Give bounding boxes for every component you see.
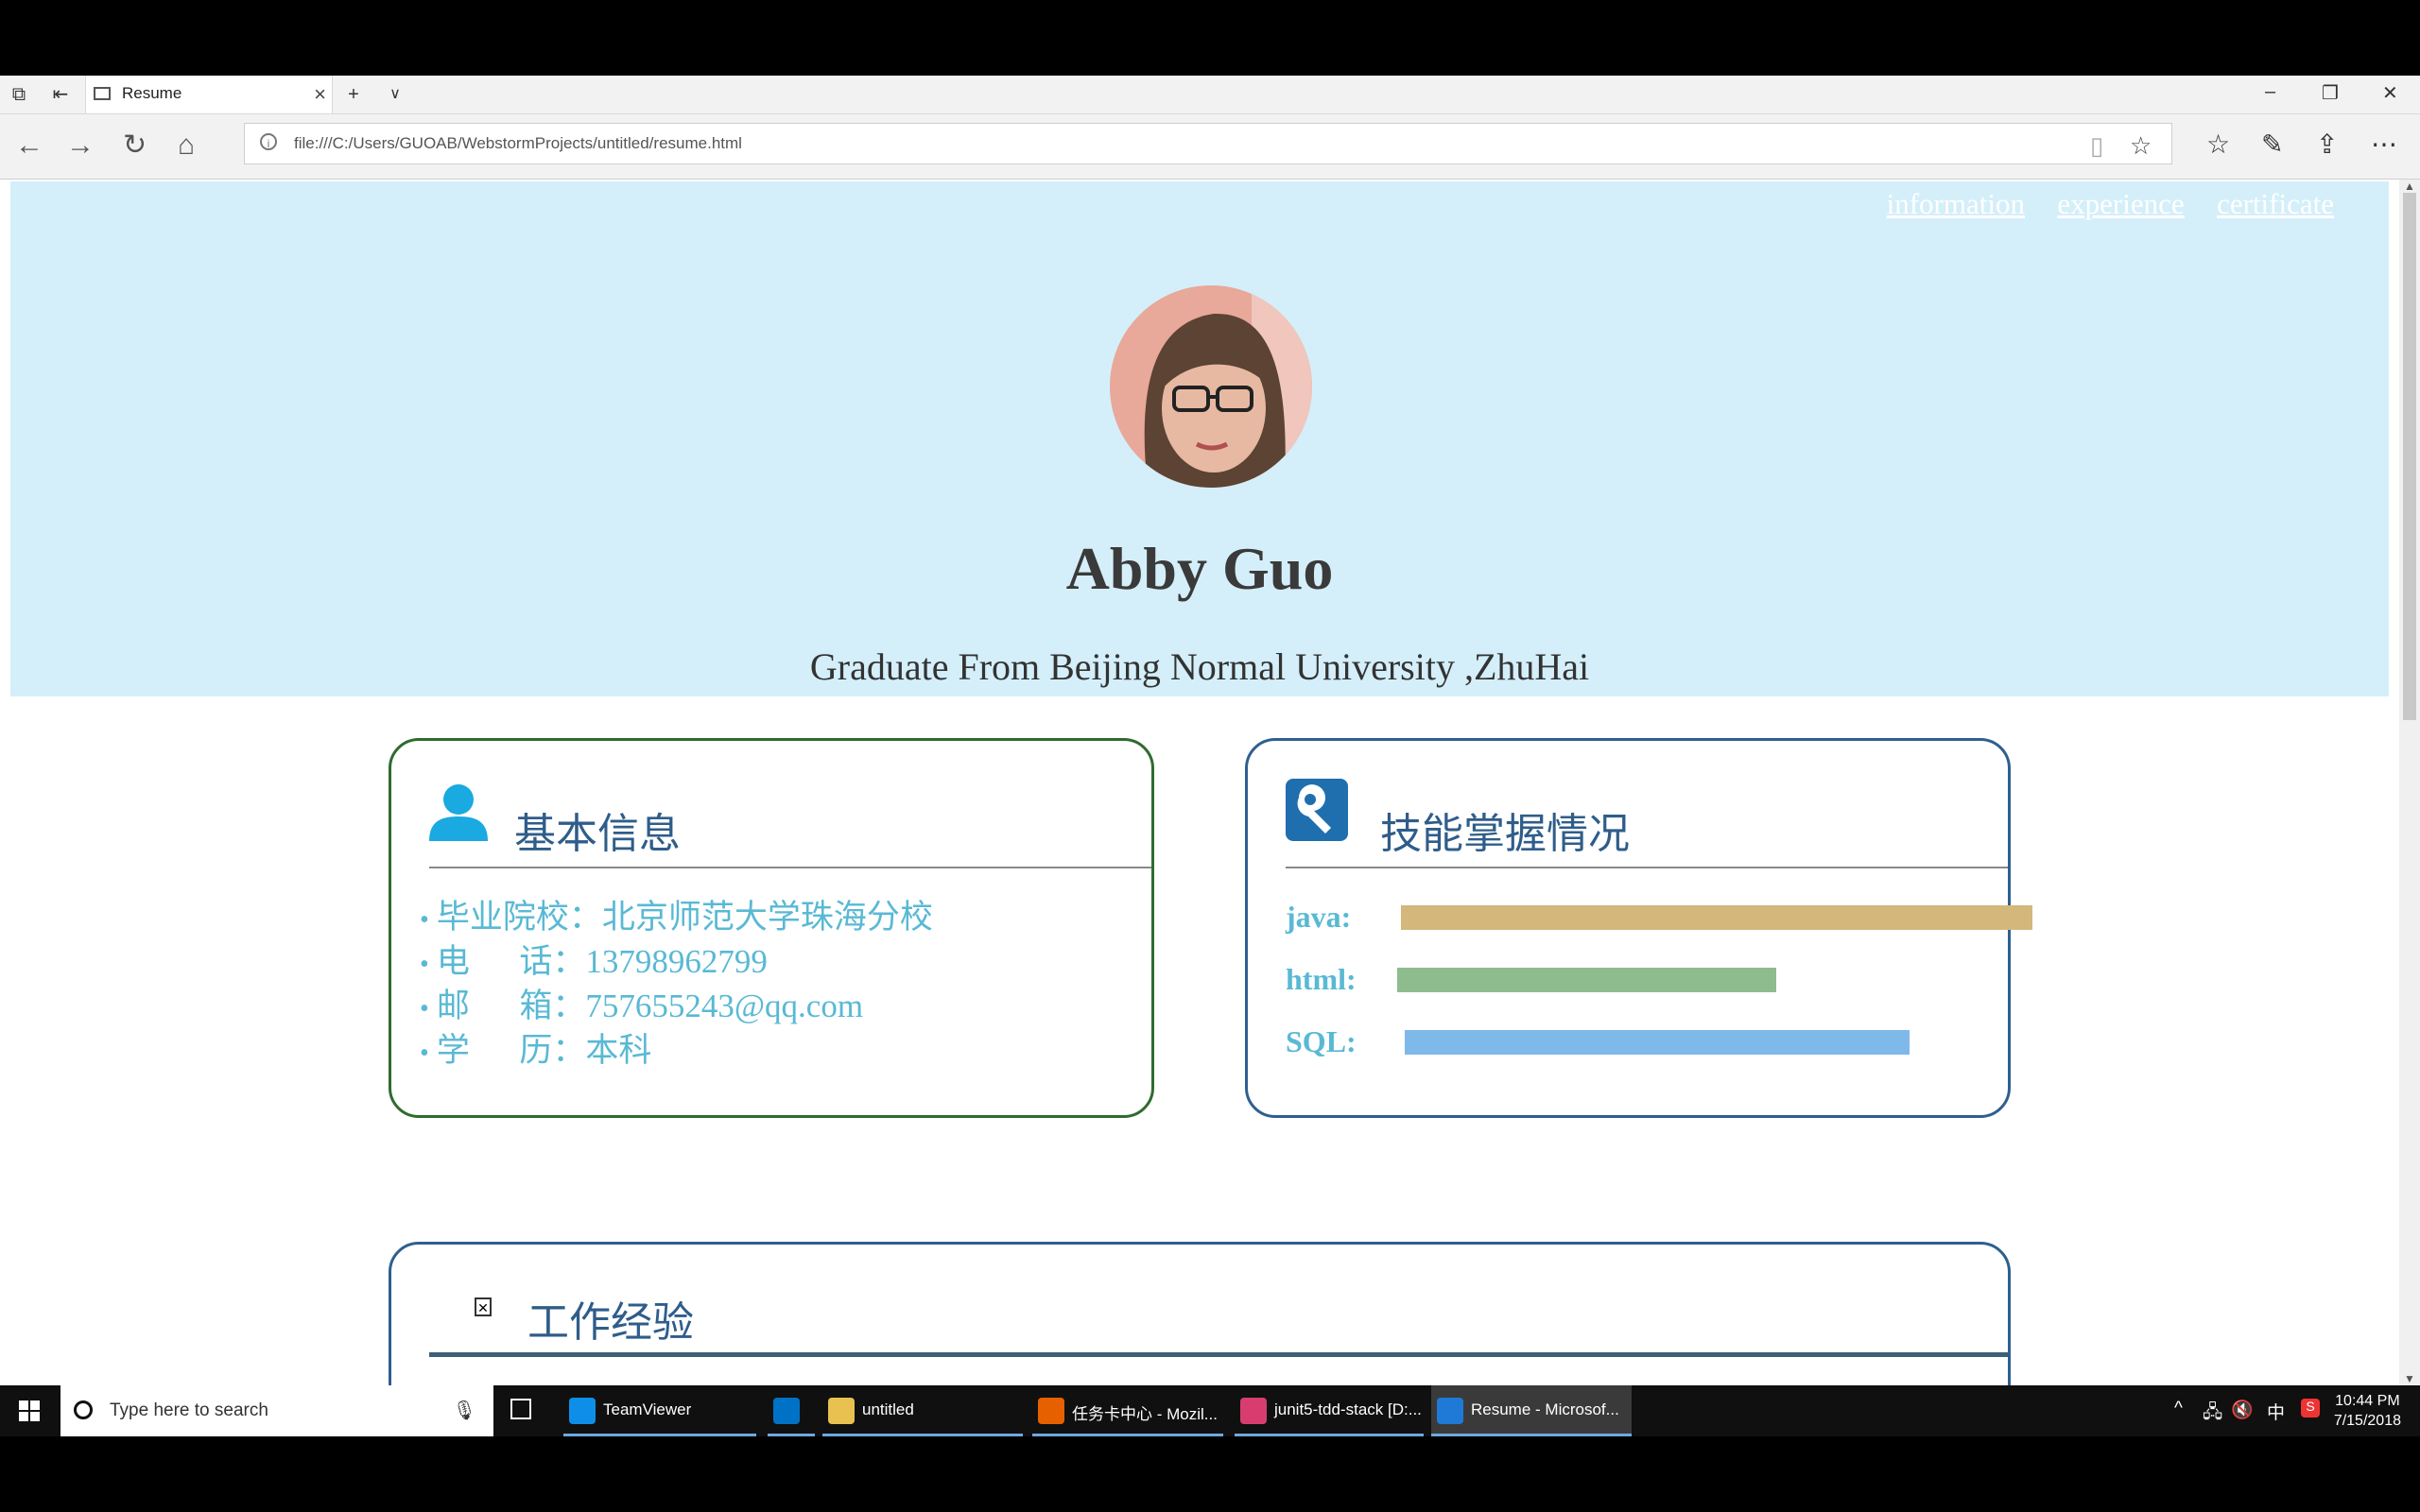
app-label: untitled	[862, 1400, 914, 1418]
nav-experience[interactable]: experience	[2057, 187, 2184, 220]
scroll-up-icon[interactable]: ▲	[2404, 180, 2415, 193]
taskbar-app-button[interactable]	[768, 1385, 815, 1436]
page-icon	[94, 87, 111, 100]
list-item: 学 历：本科	[420, 1030, 933, 1074]
basic-info-card: 基本信息 毕业院校：北京师范大学珠海分校 电 话：13798962799 邮 箱…	[389, 738, 1154, 1118]
card-divider	[429, 867, 1151, 868]
app-label: 任务卡中心 - Mozil...	[1072, 1405, 1218, 1423]
taskbar-clock[interactable]: 10:44 PM 7/15/2018	[2334, 1391, 2401, 1431]
skill-bar	[1405, 1030, 1910, 1055]
list-item: 电 话：13798962799	[420, 941, 933, 986]
tab-resume[interactable]: Resume ×	[85, 76, 333, 113]
reading-view-icon[interactable]: ▯	[2090, 131, 2103, 161]
card-title: 基本信息	[514, 811, 681, 857]
skill-row: SQL:	[1286, 1024, 2004, 1060]
address-field[interactable]: i file:///C:/Users/GUOAB/WebstormProject…	[244, 123, 2172, 164]
close-tab-icon[interactable]: ×	[314, 82, 326, 107]
clock-date: 7/15/2018	[2333, 1413, 2401, 1429]
app-icon	[569, 1398, 596, 1424]
taskbar-app-button[interactable]: Resume - Microsof...	[1431, 1385, 1632, 1436]
person-subtitle: Graduate From Beijing Normal University …	[809, 645, 1590, 688]
taskbar-app-button[interactable]: TeamViewer	[563, 1385, 756, 1436]
app-icon	[1038, 1398, 1064, 1424]
windows-taskbar: Type here to search 🎙 TeamViewer untitled…	[0, 1385, 2420, 1436]
favorites-hub-icon[interactable]: ☆	[2206, 129, 2230, 160]
restore-icon[interactable]: ❐	[2322, 81, 2339, 105]
close-window-icon[interactable]: ✕	[2382, 81, 2398, 105]
app-label: Resume - Microsof...	[1471, 1400, 1619, 1418]
microphone-icon[interactable]: 🎙	[453, 1399, 476, 1422]
web-note-icon[interactable]: ✎	[2261, 129, 2283, 160]
nav-certificate[interactable]: certificate	[2217, 187, 2334, 220]
show-hidden-icons-chevron-icon[interactable]: ^	[2174, 1399, 2183, 1419]
app-label: TeamViewer	[603, 1400, 692, 1418]
windows-start-icon[interactable]	[19, 1400, 40, 1421]
avatar	[1110, 285, 1312, 488]
refresh-icon[interactable]: ↻	[123, 129, 147, 162]
skill-bar	[1401, 905, 2032, 930]
set-tabs-aside-icon[interactable]: ⇤	[49, 83, 72, 106]
favorite-star-icon[interactable]: ☆	[2130, 131, 2152, 161]
address-toolbar: ← → ↻ ⌂ i file:///C:/Users/GUOAB/Webstor…	[0, 114, 2420, 180]
skill-label: html:	[1286, 962, 1357, 996]
clock-time: 10:44 PM	[2335, 1393, 2400, 1409]
app-icon	[773, 1398, 800, 1424]
forward-icon[interactable]: →	[66, 129, 95, 162]
taskbar-search-box[interactable]: Type here to search 🎙	[60, 1385, 493, 1436]
browser-titlebar: ⧉ ⇤ Resume × + ∨ – ❐ ✕	[0, 76, 2420, 114]
taskbar-app-button[interactable]: junit5-tdd-stack [D:...	[1235, 1385, 1424, 1436]
page-viewport: information experience certificate Abby …	[0, 180, 2399, 1385]
tab-preview-chevron-icon[interactable]: ∨	[384, 83, 406, 106]
skill-label: SQL:	[1286, 1024, 1357, 1058]
new-tab-icon[interactable]: +	[342, 83, 365, 106]
skill-row: html:	[1286, 962, 2004, 998]
input-method-indicator[interactable]: 中	[2267, 1399, 2285, 1424]
scrollbar-thumb[interactable]	[2403, 193, 2416, 720]
card-title: 技能掌握情况	[1380, 811, 1630, 857]
task-view-icon[interactable]	[510, 1399, 531, 1419]
back-icon[interactable]: ←	[15, 129, 43, 162]
taskbar-app-button[interactable]: untitled	[822, 1385, 1023, 1436]
app-icon	[828, 1398, 855, 1424]
app-label: junit5-tdd-stack [D:...	[1274, 1400, 1422, 1418]
card-divider	[429, 1352, 2008, 1357]
page-scrollbar[interactable]: ▲ ▼	[2399, 180, 2420, 1385]
nav-information[interactable]: information	[1887, 187, 2025, 220]
list-item: 邮 箱：757655243@qq.com	[420, 986, 933, 1030]
info-list: 毕业院校：北京师范大学珠海分校 电 话：13798962799 邮 箱：7576…	[420, 897, 933, 1074]
cortana-icon	[74, 1400, 93, 1419]
search-placeholder: Type here to search	[110, 1400, 268, 1420]
user-icon	[427, 782, 490, 846]
minimize-icon[interactable]: –	[2265, 81, 2275, 103]
volume-muted-icon[interactable]: 🔇	[2231, 1399, 2254, 1421]
taskbar-app-button[interactable]: 任务卡中心 - Mozil...	[1032, 1385, 1223, 1436]
hero-banner: information experience certificate Abby …	[10, 181, 2389, 696]
list-item: 毕业院校：北京师范大学珠海分校	[420, 897, 933, 941]
home-icon[interactable]: ⌂	[178, 129, 195, 162]
wrench-icon	[1286, 779, 1348, 846]
work-experience-card: ✕ 工作经验	[389, 1242, 2011, 1385]
top-nav: information experience certificate	[1858, 187, 2334, 221]
card-title: 工作经验	[527, 1299, 694, 1346]
site-info-icon[interactable]: i	[260, 133, 277, 150]
sogou-ime-icon[interactable]: S	[2301, 1399, 2320, 1418]
scroll-down-icon[interactable]: ▼	[2404, 1372, 2415, 1385]
app-icon	[1437, 1398, 1463, 1424]
skill-label: java:	[1286, 900, 1352, 934]
tab-title: Resume	[122, 84, 182, 102]
card-divider	[1286, 867, 2008, 868]
person-name: Abby Guo	[1065, 535, 1334, 602]
broken-image-icon: ✕	[475, 1297, 492, 1316]
skill-bar	[1397, 968, 1776, 992]
network-icon[interactable]: 🖧	[2203, 1399, 2222, 1429]
skill-row: java:	[1286, 900, 2032, 936]
skills-card: 技能掌握情况 java: html: SQL:	[1245, 738, 2032, 1118]
app-icon	[1240, 1398, 1267, 1424]
more-icon[interactable]: ⋯	[2371, 129, 2397, 160]
tab-actions-icon[interactable]: ⧉	[8, 83, 30, 106]
screen-bottom-border	[0, 1436, 2420, 1512]
url-text[interactable]: file:///C:/Users/GUOAB/WebstormProjects/…	[294, 134, 742, 153]
share-icon[interactable]: ⇪	[2316, 129, 2338, 160]
